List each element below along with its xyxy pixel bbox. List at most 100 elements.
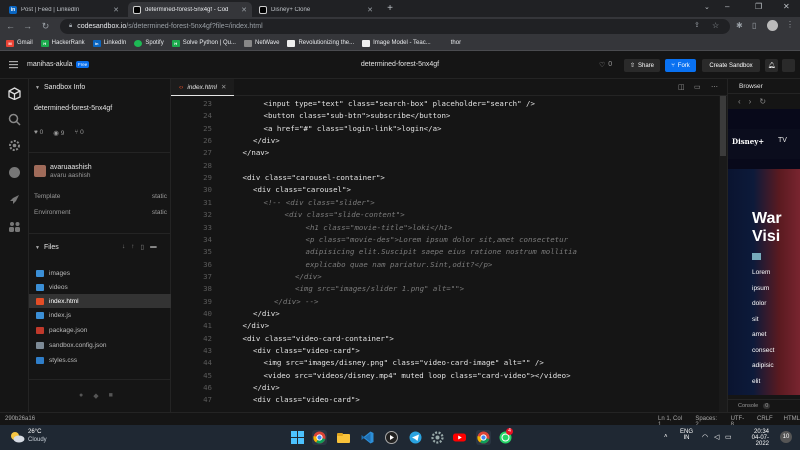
rocket-icon[interactable] [8,193,21,206]
settings-icon[interactable] [430,430,445,445]
bookmark-spotify[interactable]: Spotify [134,39,164,47]
media-player-icon[interactable] [384,430,399,445]
download-icon[interactable]: ↑ [131,243,134,251]
code-editor[interactable]: 23 <input type="text" class="search-box" … [171,96,719,412]
forward-icon[interactable]: → [22,21,33,32]
forward-icon[interactable]: › [749,97,752,106]
new-tab-button[interactable]: + [384,3,396,15]
weather-icon[interactable] [9,430,25,443]
minimize-icon[interactable]: – [725,2,729,11]
tab-search-icon[interactable]: ⌄ [704,3,710,11]
wifi-icon[interactable]: ◠ [702,433,708,441]
users-icon[interactable] [8,220,21,233]
reload-icon[interactable]: ↻ [40,21,51,32]
browser-menu-icon[interactable]: ⋮ [786,20,794,29]
preview-frame[interactable]: Disney+ TV War Visi Lorem ipsum dolor sit am… [728,109,800,395]
like-button[interactable]: ♡ 0 [599,61,612,69]
bookmark-linkedin[interactable]: in LinkedIn [92,39,126,47]
file-item-index-html[interactable]: index.html [29,294,171,308]
chrome-icon[interactable] [312,430,327,445]
line-content: <img src="images/disney.png" class="vide… [263,358,544,368]
file-item-videos[interactable]: videos [29,280,171,294]
extensions-icon[interactable]: ✱ [736,21,743,30]
layout-icon[interactable]: ▭ [694,83,701,91]
line-content: <video src="videos/disney.mp4" muted loo… [263,370,571,380]
console-bar[interactable]: Console 0 [728,399,800,412]
close-icon[interactable]: ✕ [367,6,373,14]
notification-center-icon[interactable]: 10 [780,431,792,443]
back-icon[interactable]: ← [5,21,16,32]
bookmark-netwave[interactable]: NetWave [243,39,279,47]
browser-preview-header: Browser [728,79,800,94]
chrome-icon[interactable] [476,430,491,445]
create-sandbox-button[interactable]: Create Sandbox [702,59,760,72]
close-icon[interactable]: ✕ [241,6,247,14]
share-page-icon[interactable]: ⇪ [694,21,700,29]
line-number: 25 [203,123,212,133]
battery-icon[interactable]: ▭ [725,433,732,441]
window-close-icon[interactable]: ✕ [783,2,790,11]
fork-button[interactable]: ⑂ Fork [665,59,696,72]
discord-icon[interactable]: ■ [109,392,113,400]
browser-tab-disney[interactable]: Disney+ Clone ✕ [254,2,378,17]
vscode-icon[interactable] [360,430,375,445]
telegram-icon[interactable] [408,430,423,445]
activity-bar [0,79,29,412]
file-item-styles-css[interactable]: styles.css [29,353,171,367]
side-panel-icon[interactable]: ▯ [752,21,756,30]
bookmark-solve-python[interactable]: H Solve Python | Qu... [171,39,236,47]
volume-icon[interactable]: ◁ [714,433,719,441]
split-view-icon[interactable]: ◫ [678,83,685,91]
gear-icon[interactable] [8,139,21,152]
tray-chevron-icon[interactable]: ˄ [664,434,668,440]
scroll-thumb[interactable] [720,96,726,156]
bookmark-image-model[interactable]: Image Model - Teac... [362,39,431,47]
clock[interactable]: 20:34 04-07-2022 [739,429,769,447]
profile-avatar[interactable] [767,20,778,31]
line-content: <div class="slide-content"> [284,210,405,220]
notifications-icon[interactable]: 🔔︎ [765,59,778,72]
sandbox-info-header[interactable]: ▼ Sandbox Info [29,79,171,96]
editor-tab-index-html[interactable]: ‹› index.html ✕ [171,79,235,96]
search-icon[interactable] [8,113,21,126]
share-button[interactable]: ⇧ Share [624,59,660,72]
language-indicator[interactable]: ENG IN [680,429,693,441]
bookmark-thor[interactable]: thor [451,40,461,46]
new-file-icon[interactable]: ▯ [141,243,145,251]
restore-icon[interactable]: ❐ [755,2,762,11]
github-icon[interactable] [8,166,21,179]
back-icon[interactable]: ‹ [738,97,741,106]
avatar[interactable] [782,59,795,72]
browser-tab-codesandbox[interactable]: determined-forest-5nx4gf - Cod ✕ [128,2,252,17]
gmail-icon: M [6,39,14,47]
browser-tab-linkedin[interactable]: in Post | Feed | LinkedIn ✕ [4,2,124,17]
author-name[interactable]: avaruaashish [50,164,92,171]
upload-icon[interactable]: ↓ [122,243,125,251]
file-explorer-icon[interactable] [336,430,351,445]
file-item-images[interactable]: images [29,266,171,280]
more-options-icon[interactable]: ⋯ [711,83,718,91]
file-item-sandbox-config[interactable]: sandbox.config.json [29,338,171,352]
windows-start-icon[interactable] [290,430,305,445]
file-item-package-json[interactable]: package.json [29,323,171,337]
box-info-icon[interactable] [8,87,21,100]
close-icon[interactable]: ✕ [113,6,119,14]
address-bar[interactable]: 🔒︎ codesandbox.io/s/determined-forest-5n… [60,19,730,34]
close-icon[interactable]: ✕ [221,83,226,91]
youtube-icon[interactable] [452,430,467,445]
editor-scrollbar[interactable] [719,96,727,412]
bookmark-star-icon[interactable]: ☆ [712,21,719,30]
bookmark-revolutionizing[interactable]: Revolutionizing the... [287,39,354,47]
new-folder-icon[interactable]: ▬ [150,243,157,251]
status-bar: 290b26a16 Ln 1, Col 1 Spaces: 2 UTF-8 CR… [0,412,800,428]
line-number: 46 [203,383,212,393]
bookmark-hackerrank[interactable]: H HackerRank [40,39,85,47]
bookmark-gmail[interactable]: M Gmail [6,39,33,47]
chevron-down-icon: ▼ [35,244,40,251]
file-item-index-js[interactable]: index.js [29,308,171,322]
line-number: 42 [203,333,212,343]
line-number: 43 [203,346,212,355]
github-icon[interactable]: ● [79,392,83,400]
reload-icon[interactable]: ↻ [759,97,766,106]
twitter-icon[interactable]: ◆ [93,392,98,400]
